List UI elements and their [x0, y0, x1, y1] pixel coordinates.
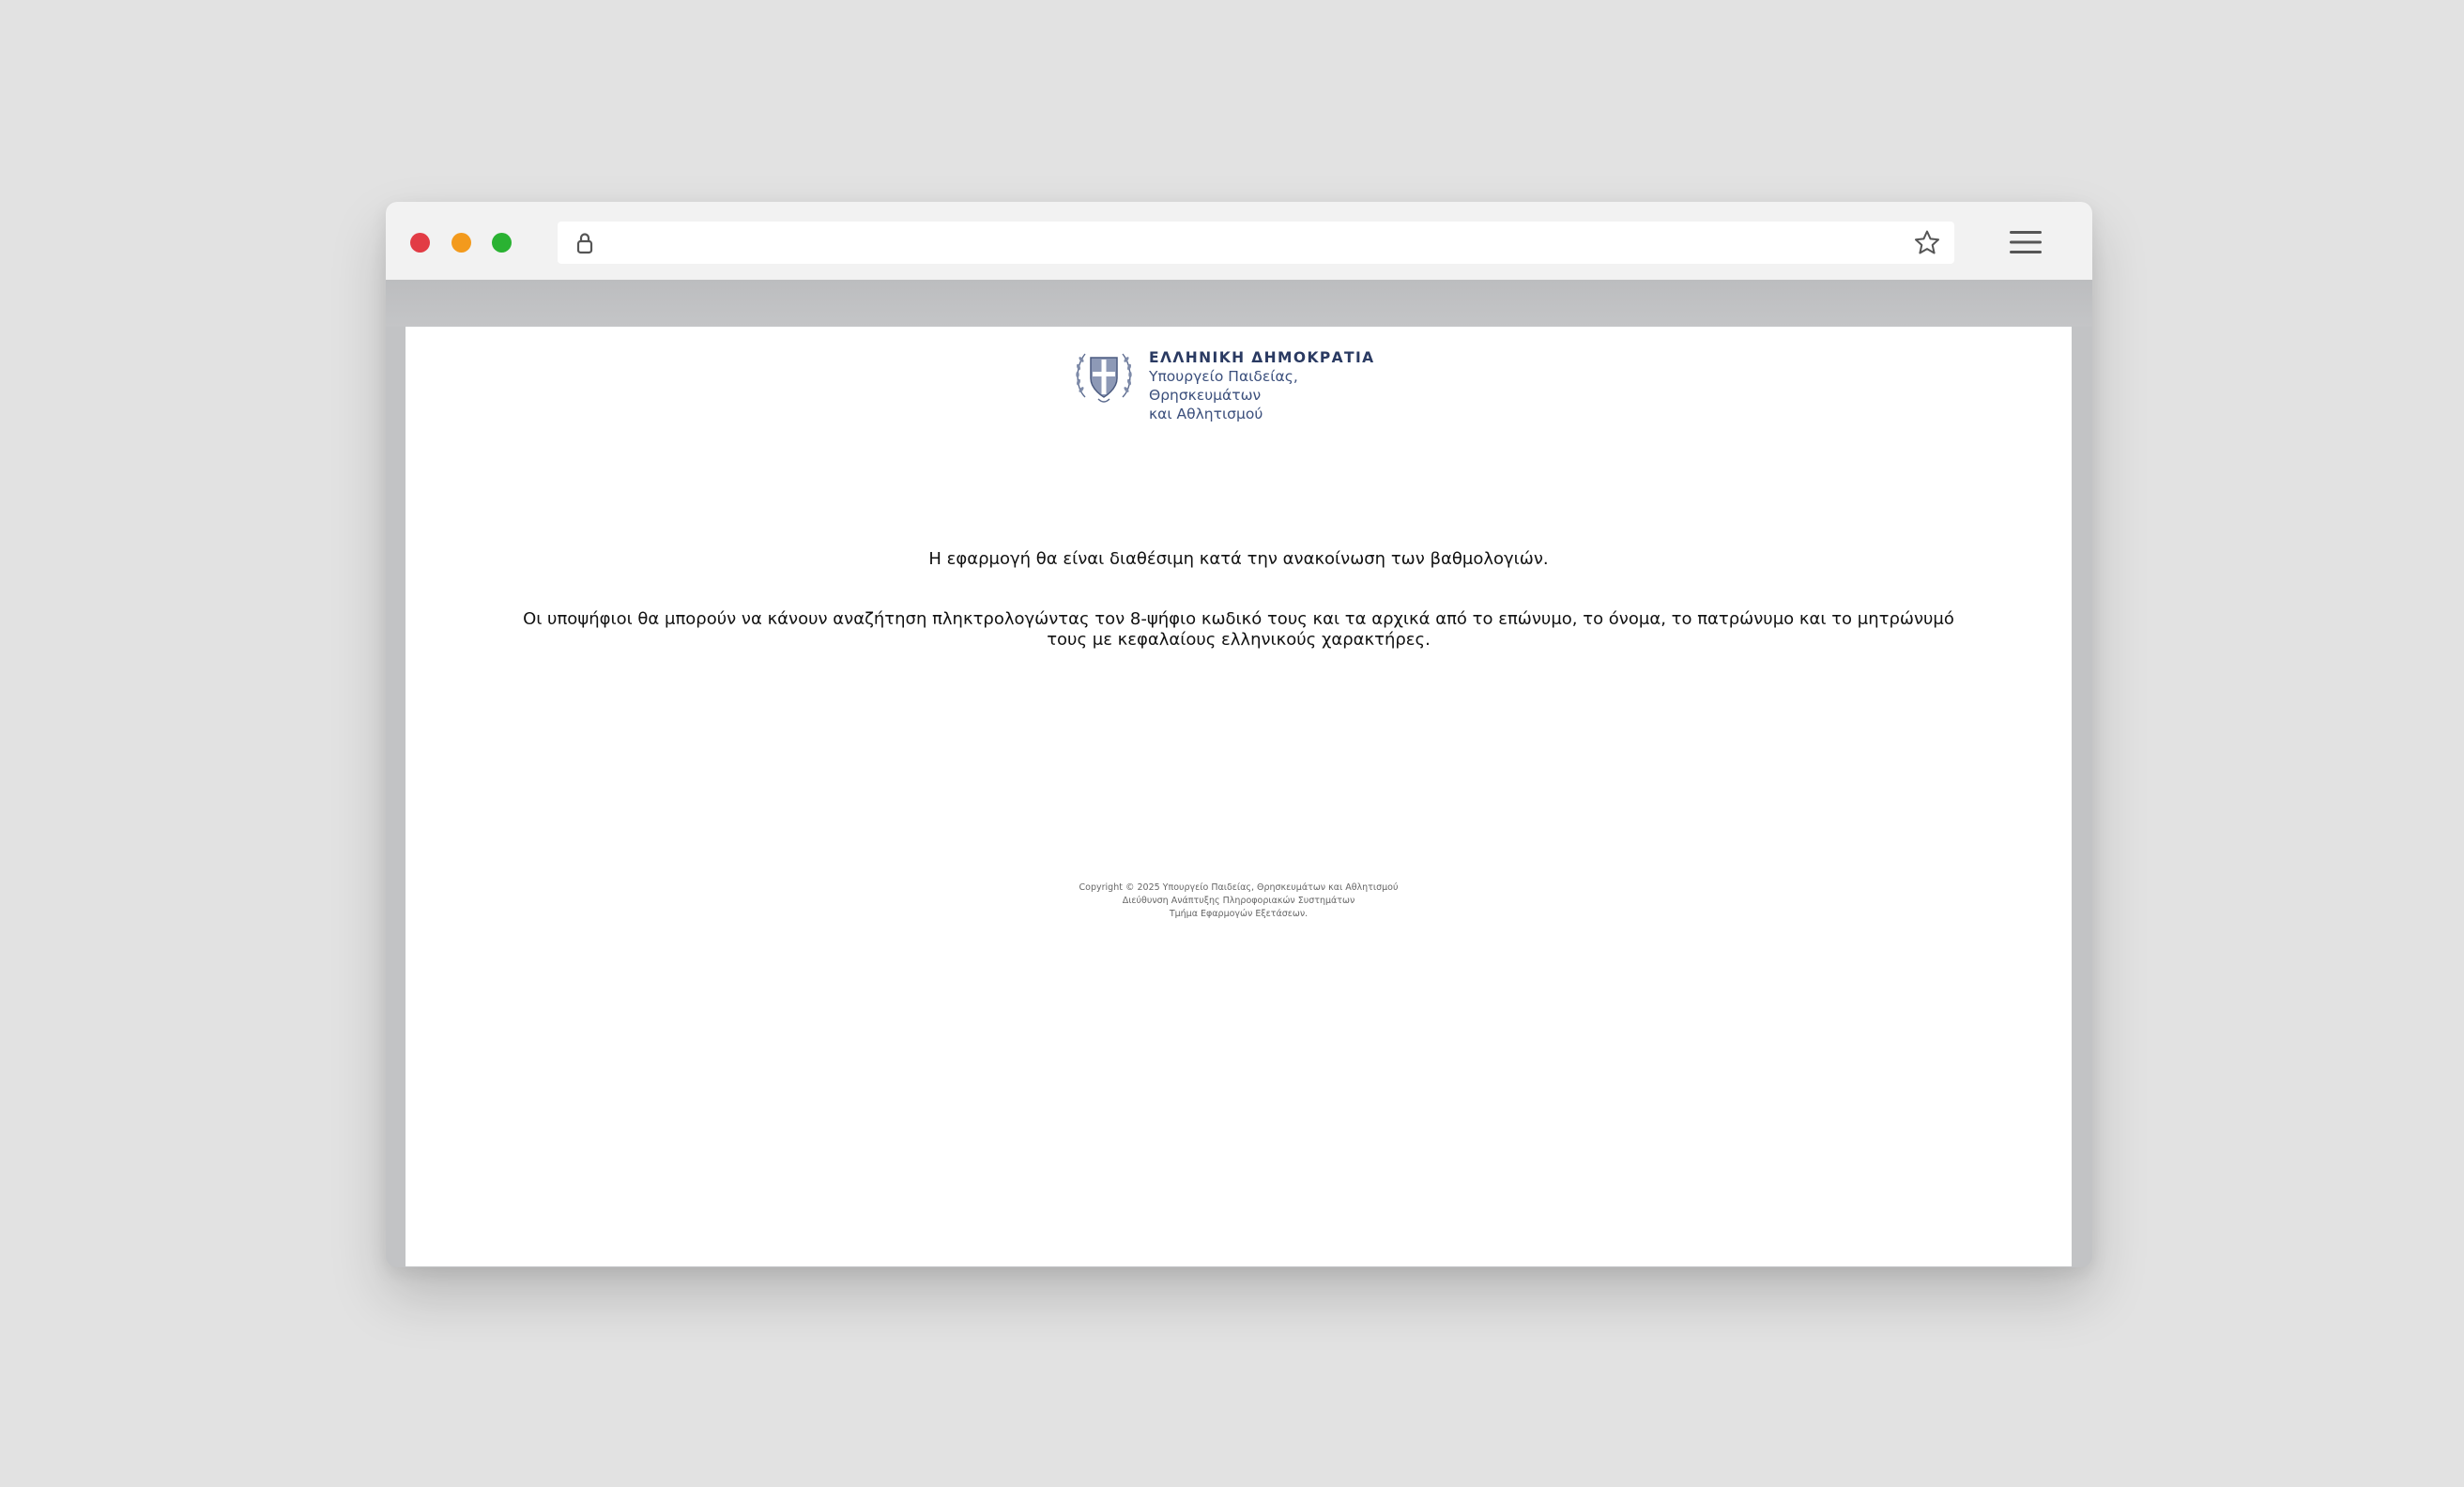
maximize-window-button[interactable] — [492, 233, 512, 253]
viewport-shade — [386, 280, 2092, 327]
lock-icon — [573, 231, 597, 255]
country-name: ΕΛΛΗΝΙΚΗ ΔΗΜΟΚΡΑΤΙΑ — [1149, 349, 1375, 366]
star-icon[interactable] — [1913, 229, 1941, 257]
ministry-name-line1: Υπουργείο Παιδείας, Θρησκευμάτων — [1149, 368, 1298, 404]
close-window-button[interactable] — [410, 233, 430, 253]
search-instructions: Οι υποψήφιοι θα μπορούν να κάνουν αναζήτ… — [523, 609, 1954, 650]
minimize-window-button[interactable] — [451, 233, 471, 253]
availability-message: Η εφαρμογή θα είναι διαθέσιμη κατά την α… — [928, 549, 1549, 569]
ministry-name-line2: και Αθλητισμού — [1149, 406, 1263, 422]
footer-department: Τμήμα Εφαρμογών Εξετάσεων. — [1169, 909, 1309, 919]
footer: Copyright © 2025 Υπουργείο Παιδείας, Θρη… — [406, 881, 2072, 921]
footer-copyright: Copyright © 2025 Υπουργείο Παιδείας, Θρη… — [1079, 882, 1399, 893]
hamburger-menu-icon[interactable] — [2009, 227, 2043, 257]
ministry-name: ΕΛΛΗΝΙΚΗ ΔΗΜΟΚΡΑΤΙΑ Υπουργείο Παιδείας, … — [1149, 348, 1410, 423]
address-bar[interactable] — [558, 222, 1954, 264]
greek-coat-of-arms-icon — [1072, 343, 1136, 408]
footer-directorate: Διεύθυνση Ανάπτυξης Πληροφοριακών Συστημ… — [1122, 896, 1355, 906]
web-page: ΕΛΛΗΝΙΚΗ ΔΗΜΟΚΡΑΤΙΑ Υπουργείο Παιδείας, … — [406, 327, 2072, 1266]
ministry-logo[interactable]: ΕΛΛΗΝΙΚΗ ΔΗΜΟΚΡΑΤΙΑ Υπουργείο Παιδείας, … — [1072, 343, 1410, 422]
browser-titlebar — [386, 202, 2092, 280]
